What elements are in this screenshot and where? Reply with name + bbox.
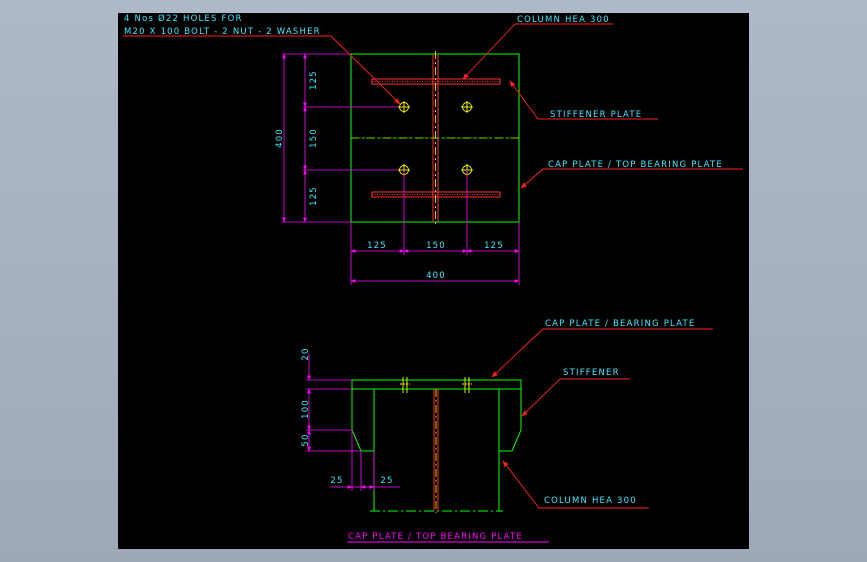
dim-offset-right: 25 — [380, 476, 393, 486]
stiffener-label-plan: STIFFENER PLATE — [550, 110, 642, 120]
column-elevation — [370, 389, 503, 512]
elevation-dimensions — [306, 353, 400, 491]
stiffener-label-elevation: STIFFENER — [563, 368, 620, 378]
elevation-leaders — [491, 328, 713, 509]
horizontal-dimensions — [350, 170, 520, 285]
column-label-plan: COLUMN HEA 300 — [517, 15, 610, 25]
elevation-view: 20 100 50 25 25 CAP PLATE / BEARING PLAT… — [301, 319, 713, 513]
dim-plate-thickness: 20 — [301, 347, 311, 360]
drawing-sheet[interactable]: 400 125 150 125 125 150 125 400 4 Nos Ø2… — [118, 13, 749, 549]
cad-viewport: 400 125 150 125 125 150 125 400 4 Nos Ø2… — [0, 0, 867, 562]
plan-view: 400 125 150 125 125 150 125 400 4 Nos Ø2… — [123, 13, 743, 285]
dim-overall-width: 400 — [426, 271, 446, 281]
dim-v-mid: 150 — [309, 128, 319, 148]
cap-plate — [351, 379, 522, 390]
holes-note-line2: M20 X 100 BOLT - 2 NUT - 2 WASHER — [124, 27, 321, 37]
dim-v-bottom: 125 — [309, 186, 319, 206]
column-label-elevation: COLUMN HEA 300 — [544, 496, 637, 506]
cad-drawing: 400 125 150 125 125 150 125 400 4 Nos Ø2… — [123, 13, 743, 543]
dim-h-left: 125 — [367, 241, 387, 251]
dim-chamfer: 50 — [301, 433, 311, 446]
dim-h-mid: 150 — [426, 241, 446, 251]
dim-overall-height: 400 — [275, 128, 285, 148]
stiffener-right — [498, 389, 522, 452]
dim-v-top: 125 — [309, 70, 319, 90]
cap-plate-label-elevation: CAP PLATE / BEARING PLATE — [545, 319, 695, 329]
cap-plate-label-plan: CAP PLATE / TOP BEARING PLATE — [548, 160, 723, 170]
drawing-title: CAP PLATE / TOP BEARING PLATE — [348, 532, 523, 542]
stiffener-left — [351, 389, 375, 452]
holes-note-line1: 4 Nos Ø22 HOLES FOR — [124, 13, 243, 24]
dim-stiffener-height: 100 — [301, 399, 311, 419]
dim-h-right: 125 — [484, 241, 504, 251]
dim-offset-left: 25 — [330, 476, 343, 486]
